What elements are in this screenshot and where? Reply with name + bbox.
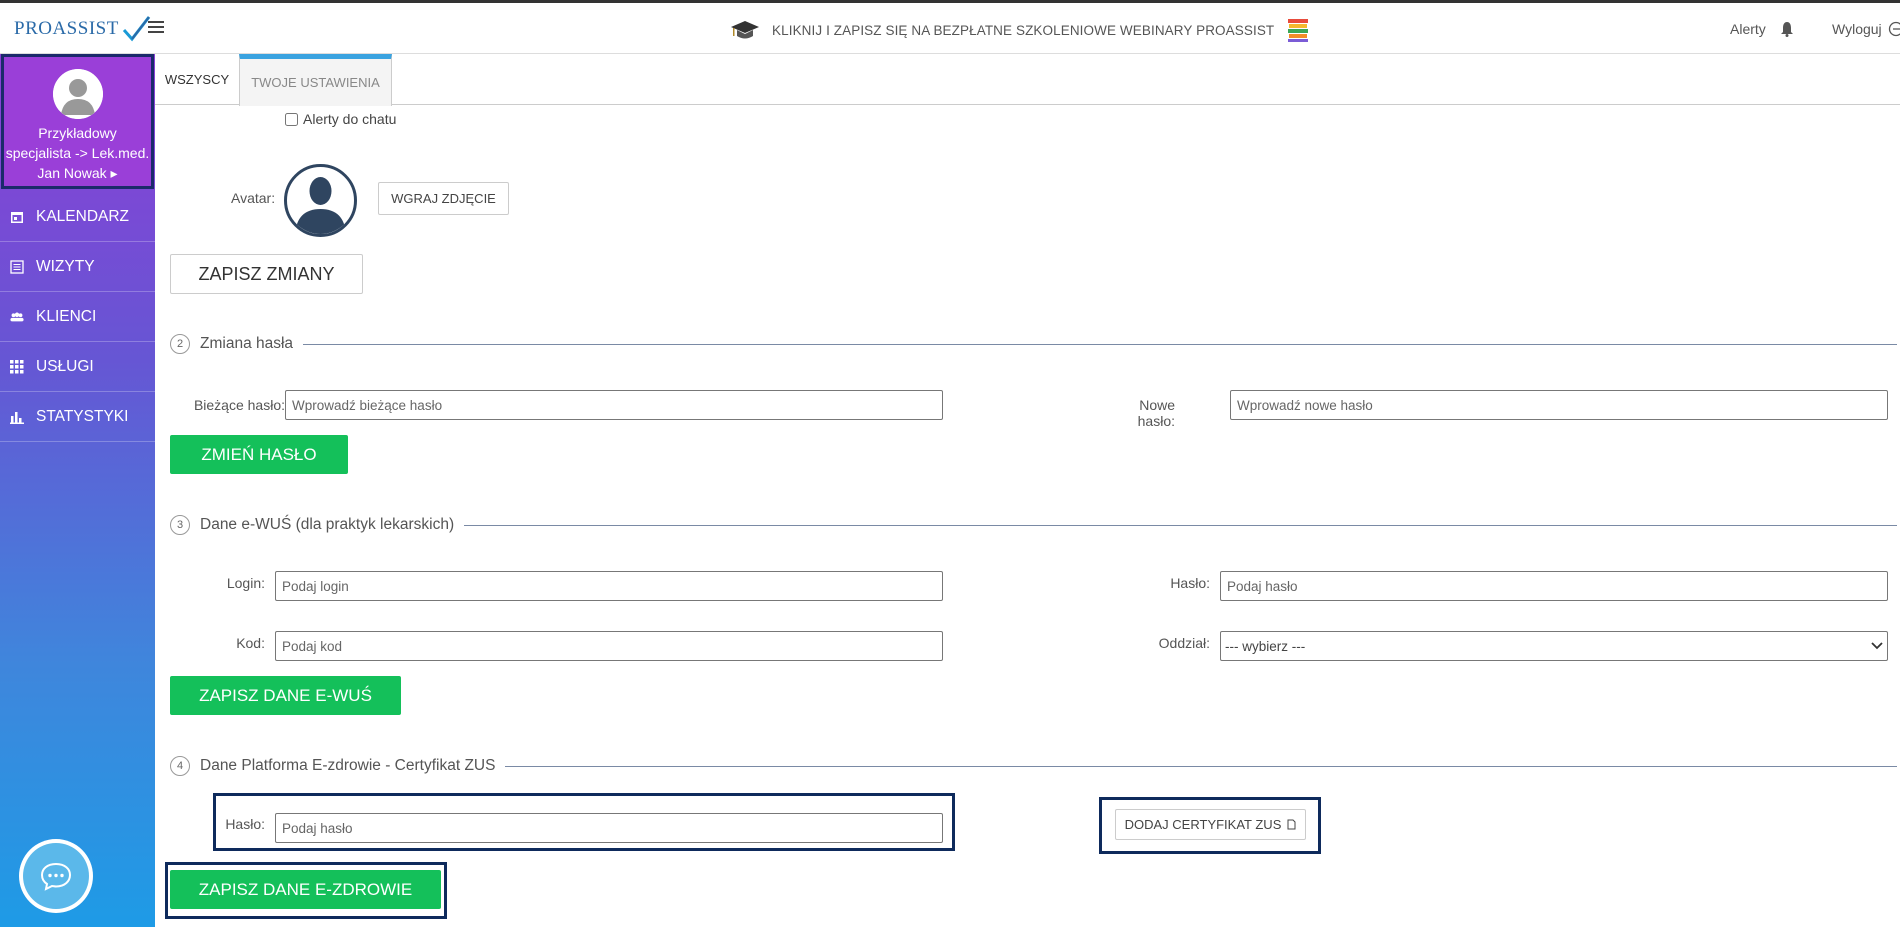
- chat-button[interactable]: [19, 839, 93, 913]
- users-icon: [10, 310, 24, 324]
- sidebar: Przykładowy specjalista -> Lek.med. Jan …: [0, 54, 155, 927]
- banner-text: KLIKNIJ I ZAPISZ SIĘ NA BEZPŁATNE SZKOLE…: [772, 22, 1275, 38]
- new-password-label: Nowe hasło:: [1137, 397, 1175, 429]
- profile-line-1: Przykładowy: [38, 125, 117, 141]
- sidebar-item-label: KLIENCI: [36, 307, 97, 325]
- sidebar-item-label: USŁUGI: [36, 357, 94, 375]
- sidebar-nav: KALENDARZ WIZYTY KLIENCI USŁUGI STATYSTY…: [0, 192, 155, 442]
- user-silhouette-icon: [52, 69, 103, 119]
- change-password-button[interactable]: ZMIEŃ HASŁO: [170, 435, 348, 474]
- logout-label: Wyloguj: [1832, 21, 1882, 37]
- section-title: Dane e-WUŚ (dla praktyk lekarskich): [200, 516, 455, 533]
- alerts-label: Alerty: [1730, 21, 1766, 37]
- file-icon: [1287, 819, 1296, 830]
- add-cert-label: DODAJ CERTYFIKAT ZUS: [1124, 817, 1282, 832]
- tab-all[interactable]: WSZYSCY: [155, 54, 239, 105]
- menu-toggle-icon[interactable]: [148, 21, 164, 35]
- user-profile-card[interactable]: Przykładowy specjalista -> Lek.med. Jan …: [1, 54, 154, 189]
- chat-alerts-checkbox[interactable]: [285, 112, 298, 126]
- sidebar-item-label: WIZYTY: [36, 257, 95, 275]
- avatar-preview: [284, 164, 357, 237]
- bar-chart-icon: [10, 410, 24, 424]
- logout-link[interactable]: Wyloguj: [1832, 21, 1900, 37]
- graduation-cap-icon: [731, 21, 759, 39]
- ewus-branch-label: Oddział:: [1158, 635, 1210, 651]
- current-password-label: Bieżące hasło:: [193, 397, 285, 413]
- ezdrowie-password-label: Hasło:: [225, 816, 265, 832]
- checkmark-icon: [122, 16, 151, 42]
- chevron-down-icon: [1871, 642, 1883, 650]
- avatar: [52, 69, 103, 119]
- password-section-header: 2 Zmiana hasła: [170, 334, 1897, 354]
- save-ewus-button[interactable]: ZAPISZ DANE E-WUŚ: [170, 676, 401, 715]
- logo-text: PROASSIST: [14, 18, 119, 39]
- section-number: 4: [170, 756, 190, 776]
- webinar-banner-link[interactable]: KLIKNIJ I ZAPISZ SIĘ NA BEZPŁATNE SZKOLE…: [730, 15, 1310, 45]
- chat-alerts-checkbox-row[interactable]: Alerty do chatu: [285, 111, 396, 127]
- section-title: Dane Platforma E-zdrowie - Certyfikat ZU…: [200, 757, 496, 774]
- ewus-login-label: Login:: [226, 575, 265, 591]
- current-password-input[interactable]: [285, 390, 943, 420]
- chat-alerts-label: Alerty do chatu: [303, 111, 397, 127]
- avatar-label: Avatar:: [231, 190, 276, 206]
- tab-bar: WSZYSCY TWOJE USTAWIENIA: [155, 54, 1900, 106]
- books-icon: [1288, 19, 1309, 42]
- add-zus-certificate-button[interactable]: DODAJ CERTYFIKAT ZUS: [1115, 809, 1306, 840]
- divider: [464, 524, 1897, 526]
- alerts-link[interactable]: Alerty: [1730, 21, 1794, 37]
- proassist-logo[interactable]: PROASSIST: [14, 13, 151, 45]
- sidebar-item-statystyki[interactable]: STATYSTYKI: [0, 392, 155, 442]
- settings-panel: Alerty do chatu Avatar: WGRAJ ZDJĘCIE ZA…: [155, 105, 1900, 927]
- profile-line-3: Jan Nowak ▸: [37, 165, 118, 181]
- logout-icon: [1888, 21, 1900, 37]
- ewus-code-label: Kod:: [236, 635, 265, 651]
- save-changes-button[interactable]: ZAPISZ ZMIANY: [170, 254, 363, 294]
- ewus-password-input[interactable]: [1220, 571, 1888, 601]
- section-title: Zmiana hasła: [200, 335, 294, 352]
- profile-line-2: specjalista -> Lek.med.: [5, 145, 150, 161]
- section-number: 3: [170, 515, 190, 535]
- ewus-code-input[interactable]: [275, 631, 943, 661]
- ezdrowie-password-input[interactable]: [275, 813, 943, 843]
- sidebar-item-klienci[interactable]: KLIENCI: [0, 292, 155, 342]
- new-password-input[interactable]: [1230, 390, 1888, 420]
- sidebar-item-kalendarz[interactable]: KALENDARZ: [0, 192, 155, 242]
- ewus-password-label: Hasło:: [1170, 575, 1210, 591]
- ezdrowie-section-header: 4 Dane Platforma E-zdrowie - Certyfikat …: [170, 756, 1897, 776]
- sidebar-item-uslugi[interactable]: USŁUGI: [0, 342, 155, 392]
- top-header: PROASSIST KLIKNIJ I ZAPISZ SIĘ NA BEZPŁA…: [0, 3, 1900, 54]
- sidebar-item-label: KALENDARZ: [36, 207, 130, 225]
- user-silhouette-icon: [295, 177, 346, 234]
- bell-icon: [1780, 22, 1793, 37]
- grid-icon: [10, 359, 24, 374]
- tab-settings[interactable]: TWOJE USTAWIENIA: [239, 54, 392, 106]
- divider: [505, 765, 1897, 767]
- section-number: 2: [170, 334, 190, 354]
- select-value: --- wybierz ---: [1225, 638, 1306, 654]
- ewus-branch-select[interactable]: --- wybierz ---: [1220, 631, 1888, 661]
- list-icon: [10, 259, 24, 274]
- sidebar-item-label: STATYSTYKI: [36, 407, 129, 425]
- ewus-login-input[interactable]: [275, 571, 943, 601]
- upload-photo-button[interactable]: WGRAJ ZDJĘCIE: [378, 182, 509, 215]
- ewus-section-header: 3 Dane e-WUŚ (dla praktyk lekarskich): [170, 515, 1897, 535]
- sidebar-item-wizyty[interactable]: WIZYTY: [0, 242, 155, 292]
- chat-bubble-icon: [23, 843, 89, 909]
- save-ezdrowie-button[interactable]: ZAPISZ DANE E-ZDROWIE: [170, 870, 441, 909]
- divider: [303, 343, 1897, 345]
- calendar-icon: [10, 210, 24, 224]
